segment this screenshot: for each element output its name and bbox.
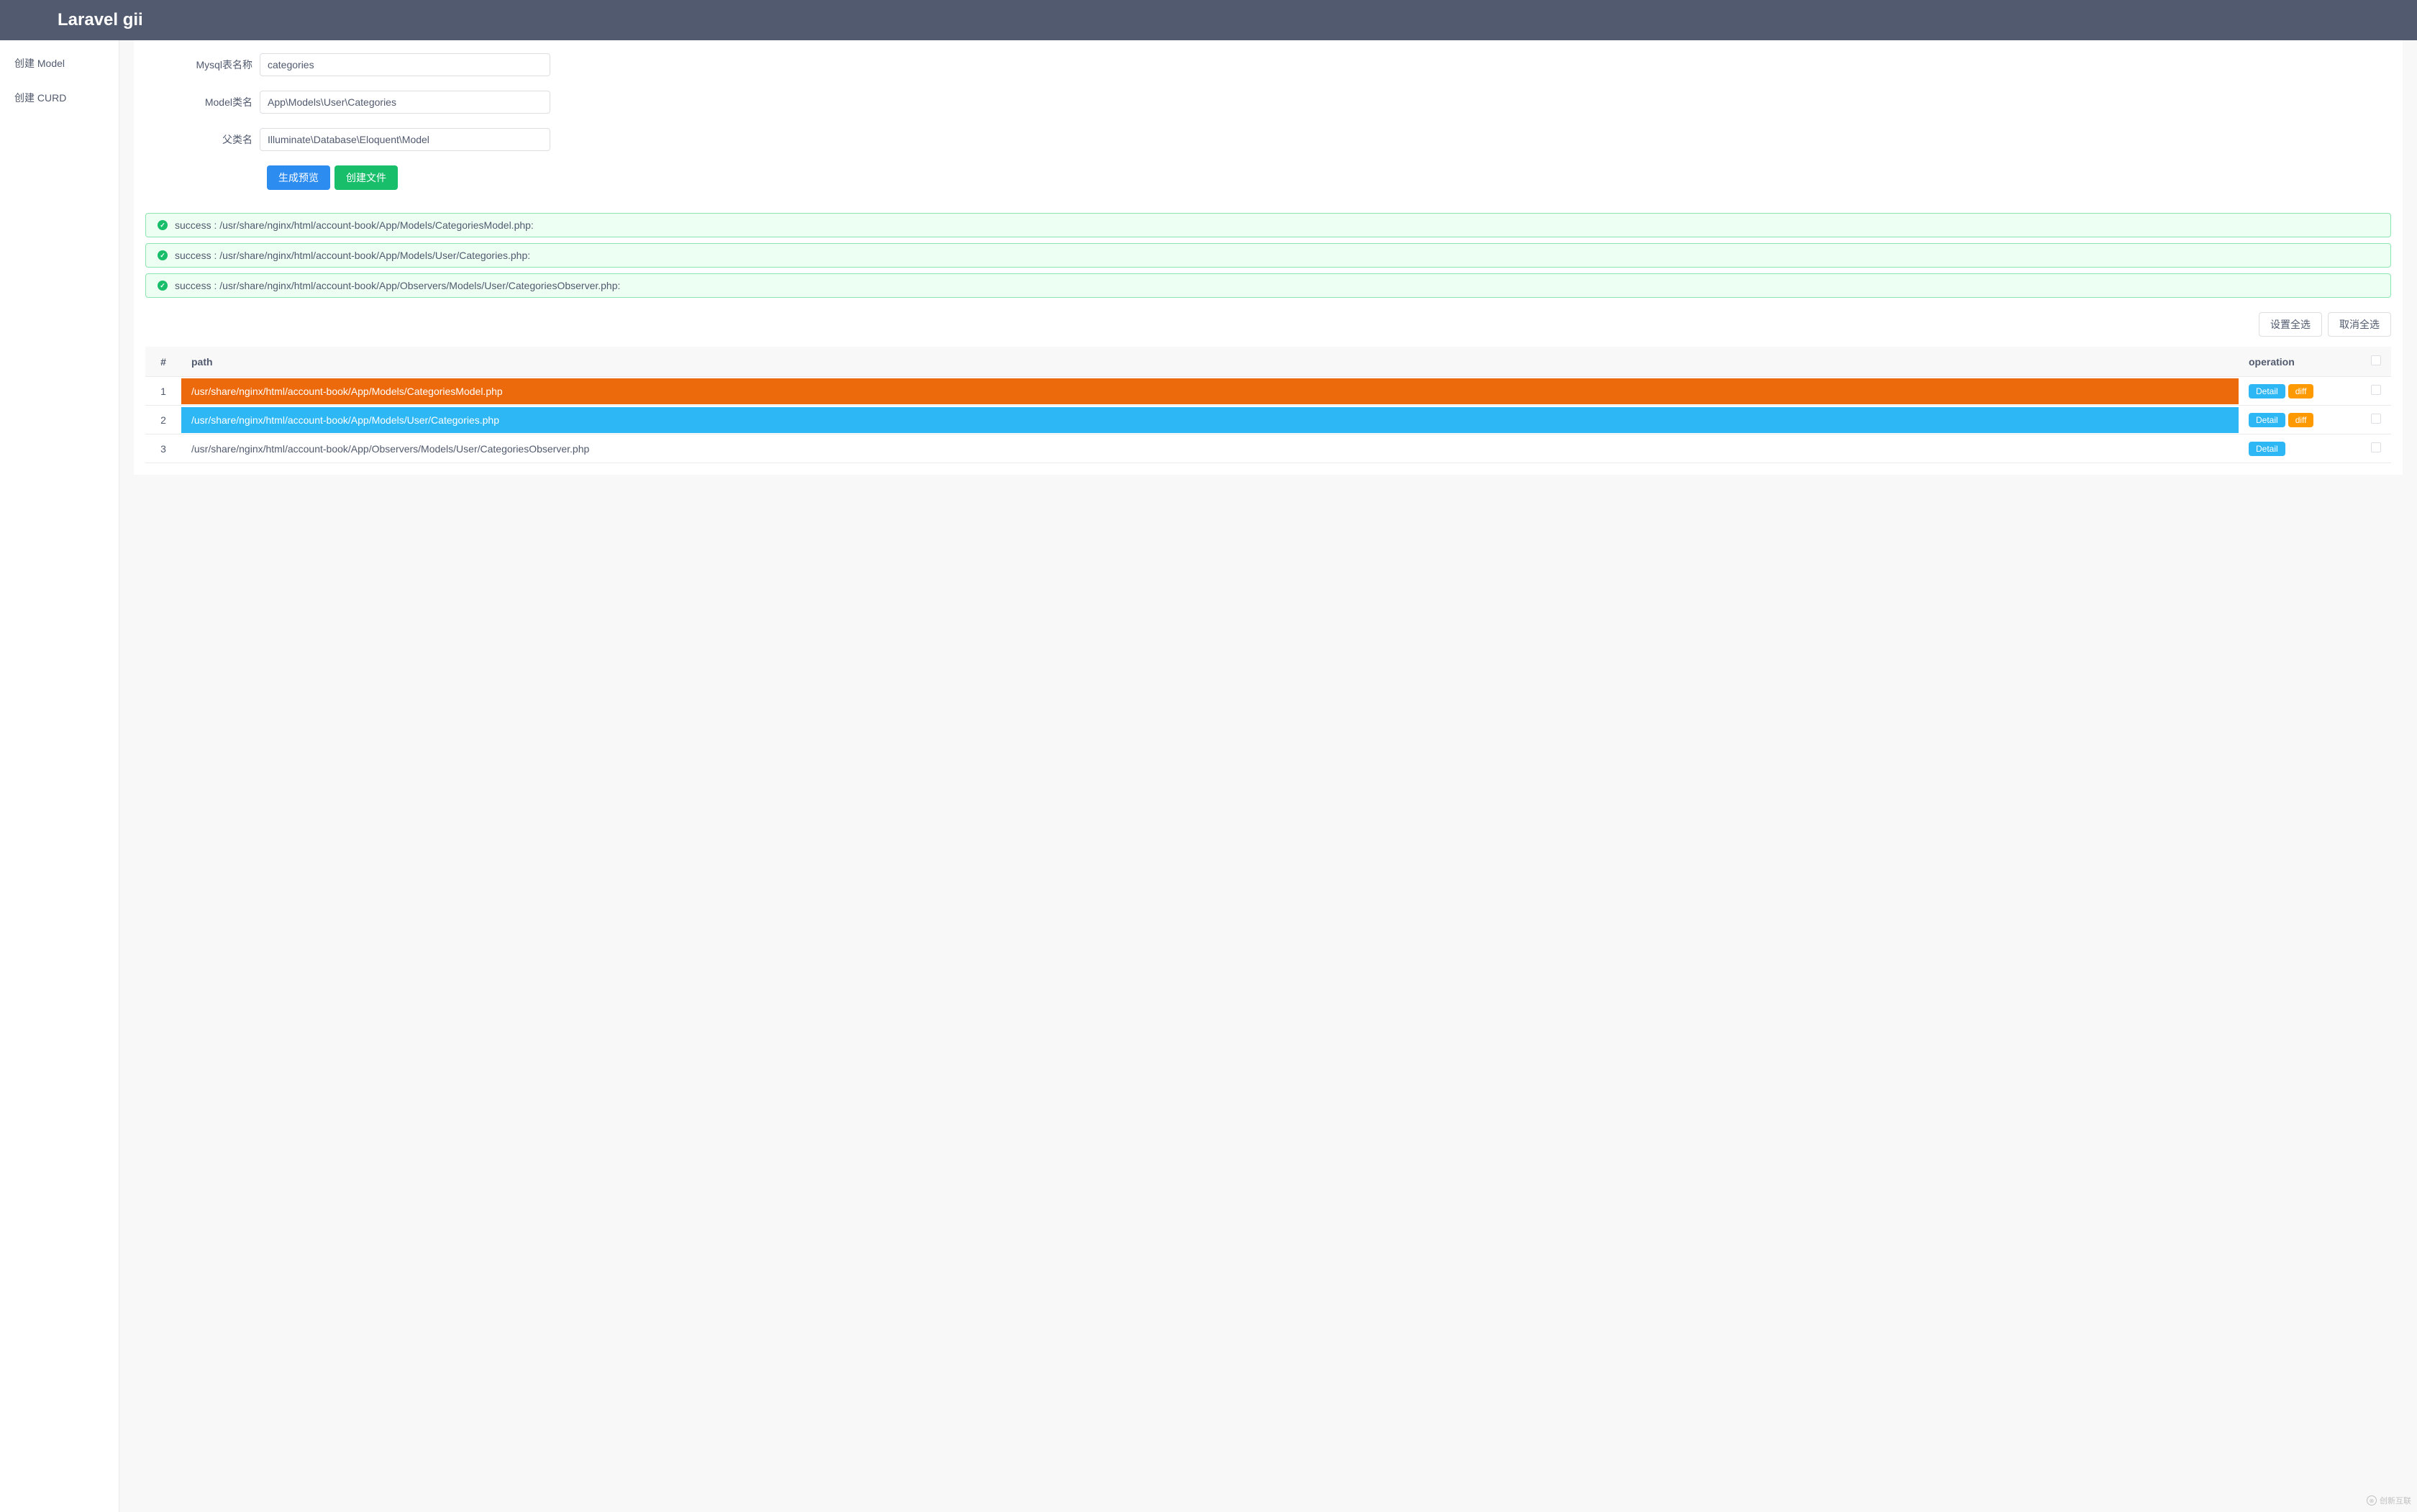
path-text: /usr/share/nginx/html/account-book/App/M… [181,407,2239,433]
detail-button[interactable]: Detail [2249,442,2285,456]
row-checkbox[interactable] [2371,385,2381,395]
cell-operation: Detaildiff [2239,406,2361,434]
cell-operation: Detail [2239,434,2361,463]
success-check-icon [158,281,168,291]
input-mysql-table[interactable] [260,53,550,76]
success-check-icon [158,220,168,230]
label-parent-class: 父类名 [134,132,260,147]
form-row-parent-class: 父类名 [134,128,2403,151]
form-row-table-name: Mysql表名称 [134,53,2403,76]
sidebar-item-label: 创建 CURD [14,92,66,104]
th-index: # [145,347,181,377]
main-content: Mysql表名称 Model类名 父类名 生成预览 创建文件 [119,40,2417,1512]
cell-path: /usr/share/nginx/html/account-book/App/M… [181,406,2239,434]
main-container: 创建 Model 创建 CURD Mysql表名称 Model类名 父类名 [0,40,2417,1512]
cell-index: 3 [145,434,181,463]
row-checkbox[interactable] [2371,442,2381,452]
alert-success: success : /usr/share/nginx/html/account-… [145,273,2391,298]
diff-button[interactable]: diff [2288,413,2314,427]
select-all-button[interactable]: 设置全选 [2259,312,2322,337]
form-button-row: 生成预览 创建文件 [134,165,2403,190]
form-row-model-class: Model类名 [134,91,2403,114]
cell-path: /usr/share/nginx/html/account-book/App/O… [181,434,2239,463]
alert-text: success : /usr/share/nginx/html/account-… [175,250,530,261]
watermark: ⊗ 创新互联 [2367,1495,2411,1506]
cell-checkbox [2361,377,2391,406]
path-text: /usr/share/nginx/html/account-book/App/O… [181,436,2239,462]
alert-text: success : /usr/share/nginx/html/account-… [175,219,534,231]
table-row: 2/usr/share/nginx/html/account-book/App/… [145,406,2391,434]
form-area: Mysql表名称 Model类名 父类名 生成预览 创建文件 [134,40,2403,209]
cell-index: 1 [145,377,181,406]
alert-success: success : /usr/share/nginx/html/account-… [145,213,2391,237]
cell-path: /usr/share/nginx/html/account-book/App/M… [181,377,2239,406]
row-checkbox[interactable] [2371,414,2381,424]
th-operation: operation [2239,347,2361,377]
label-mysql-table: Mysql表名称 [134,58,260,72]
sidebar-item-label: 创建 Model [14,58,65,69]
input-parent-class[interactable] [260,128,550,151]
create-button[interactable]: 创建文件 [334,165,398,190]
table-row: 3/usr/share/nginx/html/account-book/App/… [145,434,2391,463]
detail-button[interactable]: Detail [2249,413,2285,427]
sidebar-item-create-model[interactable]: 创建 Model [0,46,119,81]
path-text: /usr/share/nginx/html/account-book/App/M… [181,378,2239,404]
cell-checkbox [2361,434,2391,463]
cell-index: 2 [145,406,181,434]
deselect-all-button[interactable]: 取消全选 [2328,312,2391,337]
alert-success: success : /usr/share/nginx/html/account-… [145,243,2391,268]
alerts-wrap: success : /usr/share/nginx/html/account-… [145,209,2391,312]
diff-button[interactable]: diff [2288,384,2314,399]
files-table: # path operation 1/usr/share/nginx/html/… [145,347,2391,463]
watermark-text: 创新互联 [2380,1495,2411,1506]
files-table-wrap: # path operation 1/usr/share/nginx/html/… [145,347,2391,463]
sidebar-item-create-curd[interactable]: 创建 CURD [0,81,119,115]
checkbox-all[interactable] [2371,355,2381,365]
th-path: path [181,347,2239,377]
app-title: Laravel gii [58,10,143,29]
cell-operation: Detaildiff [2239,377,2361,406]
app-header: Laravel gii [0,0,2417,40]
label-model-class: Model类名 [134,95,260,109]
preview-button[interactable]: 生成预览 [267,165,330,190]
table-row: 1/usr/share/nginx/html/account-book/App/… [145,377,2391,406]
sidebar: 创建 Model 创建 CURD [0,40,119,1512]
input-model-class[interactable] [260,91,550,114]
success-check-icon [158,250,168,260]
detail-button[interactable]: Detail [2249,384,2285,399]
watermark-icon: ⊗ [2367,1495,2377,1506]
th-checkbox [2361,347,2391,377]
alert-text: success : /usr/share/nginx/html/account-… [175,280,620,291]
cell-checkbox [2361,406,2391,434]
select-buttons-row: 设置全选 取消全选 [145,312,2391,337]
